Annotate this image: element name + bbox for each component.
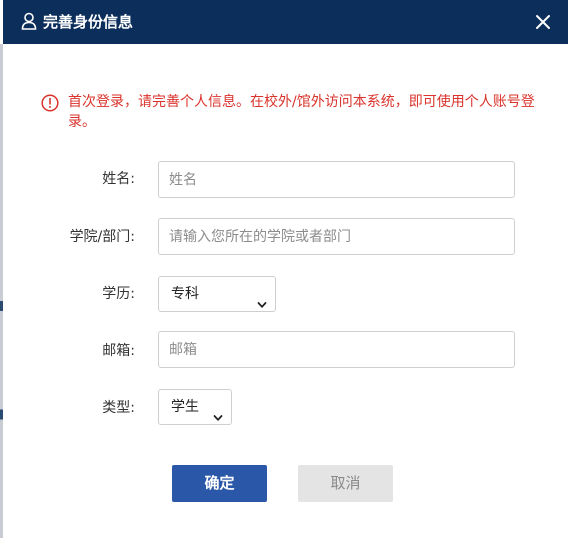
email-label: 邮箱: (102, 343, 135, 359)
confirm-button[interactable]: 确定 (172, 465, 267, 502)
close-icon[interactable] (532, 11, 554, 33)
notice-message: 首次登录，请完善个人信息。在校外/馆外访问本系统，即可使用个人账号登录。 (41, 92, 541, 132)
education-select[interactable]: 专科 (158, 276, 276, 312)
name-label: 姓名: (102, 171, 135, 187)
cancel-button[interactable]: 取消 (298, 465, 393, 502)
user-icon (21, 12, 37, 30)
chevron-down-icon (213, 402, 223, 421)
type-label: 类型: (102, 400, 135, 416)
chevron-down-icon (257, 289, 267, 308)
name-input[interactable] (158, 161, 515, 198)
dialog-header: 完善身份信息 (3, 0, 568, 44)
type-select[interactable]: 学生 (158, 389, 232, 425)
education-label: 学历: (102, 286, 135, 302)
department-input[interactable] (158, 218, 515, 255)
type-selected-value: 学生 (171, 399, 199, 415)
education-selected-value: 专科 (171, 286, 199, 302)
dialog-title: 完善身份信息 (43, 13, 134, 31)
notice-text: 首次登录，请完善个人信息。在校外/馆外访问本系统，即可使用个人账号登录。 (68, 94, 535, 130)
identity-dialog: 完善身份信息 首次登录，请完善个人信息。在校外/馆外访问本系统，即可使用个人账号… (3, 0, 568, 538)
warning-circle-icon (41, 94, 59, 112)
email-input[interactable] (158, 331, 515, 368)
department-label: 学院/部门: (69, 229, 135, 245)
